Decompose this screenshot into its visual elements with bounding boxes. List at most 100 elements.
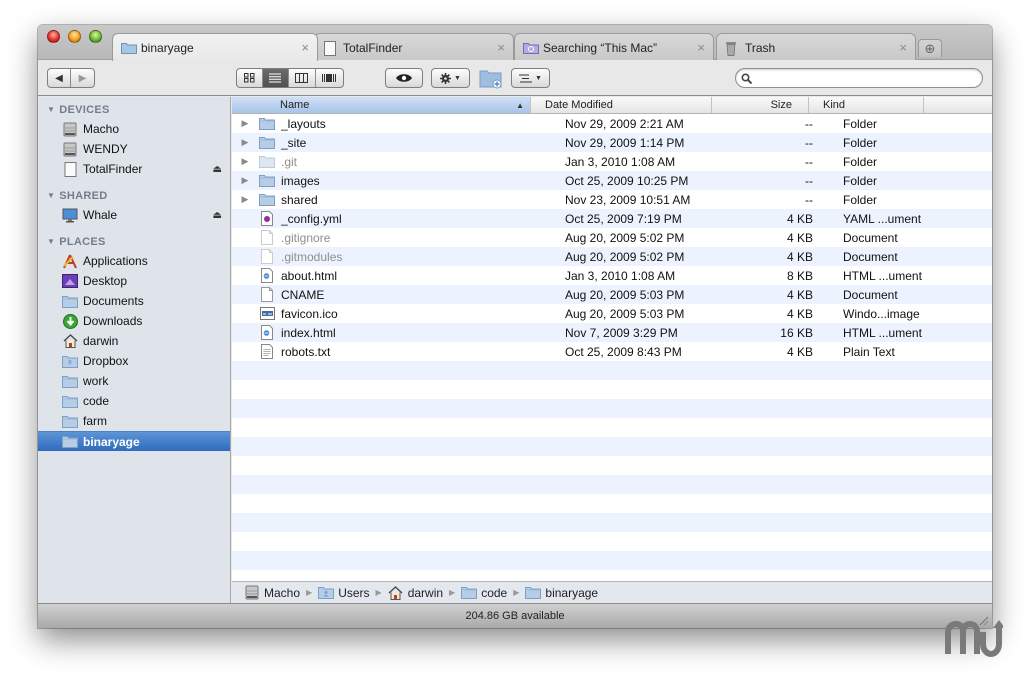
folder-icon [258,135,276,150]
path-crumb-users[interactable]: Users [318,586,370,600]
sidebar-item-label: farm [83,414,107,428]
column-header-size[interactable]: Size [712,97,809,113]
new-tab-button[interactable]: ⊕ [918,39,942,57]
sidebar-item-totalfinder[interactable]: TotalFinder ⏏ [38,159,230,179]
sidebar-item-desktop[interactable]: Desktop [38,271,230,291]
disclosure-triangle-icon[interactable]: ▶ [232,156,258,167]
path-crumb-darwin[interactable]: darwin [388,586,443,600]
disclosure-triangle-icon[interactable]: ▶ [232,194,258,205]
sidebar-section-devices[interactable]: ▼ DEVICES [38,100,230,119]
tab-close-icon[interactable]: × [497,40,505,55]
file-row[interactable]: .gitignore Aug 20, 2009 5:02 PM 4 KB Docume… [232,228,992,247]
home-icon [62,334,78,348]
file-row[interactable]: _config.yml Oct 25, 2009 7:19 PM 4 KB YAML … [232,209,992,228]
close-window-button[interactable] [47,30,60,43]
empty-row [232,380,992,399]
file-row[interactable]: ▶ shared Nov 23, 2009 10:51 AM -- Folder [232,190,992,209]
action-menu-button[interactable]: ▼ [431,68,470,88]
file-row[interactable]: CNAME Aug 20, 2009 5:03 PM 4 KB Document [232,285,992,304]
disclosure-triangle-icon[interactable]: ▼ [47,105,55,114]
downloads-icon [62,313,78,329]
arrange-menu-button[interactable]: ▼ [511,68,550,88]
forward-button[interactable]: ▶ [71,69,94,87]
file-name: images [281,173,320,188]
chevron-down-icon: ▼ [454,74,461,82]
quick-look-button[interactable] [385,68,423,88]
path-crumb-binaryage[interactable]: binaryage [525,586,598,600]
file-kind: Folder [843,154,878,169]
path-crumb-macho[interactable]: Macho [244,585,300,600]
file-row[interactable]: about.html Jan 3, 2010 1:08 AM 8 KB HTML ..… [232,266,992,285]
sidebar-item-applications[interactable]: Applications [38,251,230,271]
sidebar-section-shared[interactable]: ▼ SHARED [38,186,230,205]
file-row[interactable]: ▶ _site Nov 29, 2009 1:14 PM -- Folder [232,133,992,152]
file-row[interactable]: .gitmodules Aug 20, 2009 5:02 PM 4 KB Docum… [232,247,992,266]
disclosure-triangle-icon[interactable]: ▶ [232,175,258,186]
tab-close-icon[interactable]: × [301,40,309,55]
tab-label: Trash [745,40,776,55]
image-file-icon [258,306,276,321]
sidebar-item-code[interactable]: code [38,391,230,411]
desktop-icon [62,274,78,288]
sidebar-section-title: PLACES [59,235,106,248]
disclosure-triangle-icon[interactable]: ▶ [232,118,258,129]
sidebar-item-binaryage[interactable]: binaryage [38,431,230,451]
tab-close-icon[interactable]: × [697,40,705,55]
tab-binaryage[interactable]: binaryage × [112,33,318,61]
text-file-icon [258,344,276,359]
tab-searching[interactable]: Searching “This Mac” × [514,33,714,61]
tab-totalfinder[interactable]: TotalFinder × [314,33,514,61]
disclosure-triangle-icon[interactable]: ▼ [47,191,55,200]
column-header-name[interactable]: Name ▲ [232,97,531,113]
file-name: .gitignore [281,230,331,245]
column-header-date[interactable]: Date Modified [531,97,712,113]
search-field[interactable] [735,68,983,88]
file-row[interactable]: favicon.ico Aug 20, 2009 5:03 PM 4 KB Windo… [232,304,992,323]
disclosure-triangle-icon[interactable]: ▼ [47,237,55,246]
tab-trash[interactable]: Trash × [716,33,916,61]
sidebar-item-documents[interactable]: Documents [38,291,230,311]
search-input[interactable] [756,72,982,84]
column-header-kind[interactable]: Kind [809,97,924,113]
file-row[interactable]: ▶ images Oct 25, 2009 10:25 PM -- Folder [232,171,992,190]
file-name: .git [281,154,298,169]
list-view-button[interactable] [262,69,290,87]
sidebar-item-label: Desktop [83,274,128,288]
disclosure-triangle-icon[interactable]: ▶ [232,137,258,148]
eject-icon[interactable]: ⏏ [213,164,222,175]
back-button[interactable]: ◀ [48,69,72,87]
available-space-label: 204.86 GB available [465,610,565,622]
path-crumb-code[interactable]: code [461,586,507,600]
column-view-button[interactable] [289,69,316,87]
sidebar-item-whale[interactable]: Whale ⏏ [38,205,230,225]
sidebar-item-downloads[interactable]: Downloads [38,311,230,331]
sidebar-item-darwin[interactable]: darwin [38,331,230,351]
new-folder-button[interactable] [479,67,503,89]
coverflow-view-button[interactable] [316,69,343,87]
plus-icon: ⊕ [924,40,936,56]
sidebar-item-work[interactable]: work [38,371,230,391]
file-row[interactable]: robots.txt Oct 25, 2009 8:43 PM 4 KB Plain … [232,342,992,361]
sidebar-item-macho[interactable]: Macho [38,119,230,139]
file-size: 4 KB [786,230,813,245]
icon-view-button[interactable] [237,69,263,87]
sidebar-item-label: Documents [83,294,144,308]
minimize-window-button[interactable] [68,30,81,43]
file-row[interactable]: ▶ _layouts Nov 29, 2009 2:21 AM -- Folder [232,114,992,133]
zoom-window-button[interactable] [89,30,102,43]
eject-icon[interactable]: ⏏ [213,210,222,221]
sidebar-item-wendy[interactable]: WENDY [38,139,230,159]
back-forward-control: ◀ ▶ [47,68,95,88]
tab-close-icon[interactable]: × [899,40,907,55]
dropbox-folder-icon [62,354,78,368]
file-row[interactable]: index.html Nov 7, 2009 3:29 PM 16 KB HTML .… [232,323,992,342]
sidebar-section-places[interactable]: ▼ PLACES [38,232,230,251]
folder-icon [258,116,276,131]
file-size: 4 KB [786,306,813,321]
file-row[interactable]: ▶ .git Jan 3, 2010 1:08 AM -- Folder [232,152,992,171]
hard-drive-icon [62,142,78,156]
sidebar-item-label: work [83,374,109,388]
sidebar-item-dropbox[interactable]: Dropbox [38,351,230,371]
sidebar-item-farm[interactable]: farm [38,411,230,431]
